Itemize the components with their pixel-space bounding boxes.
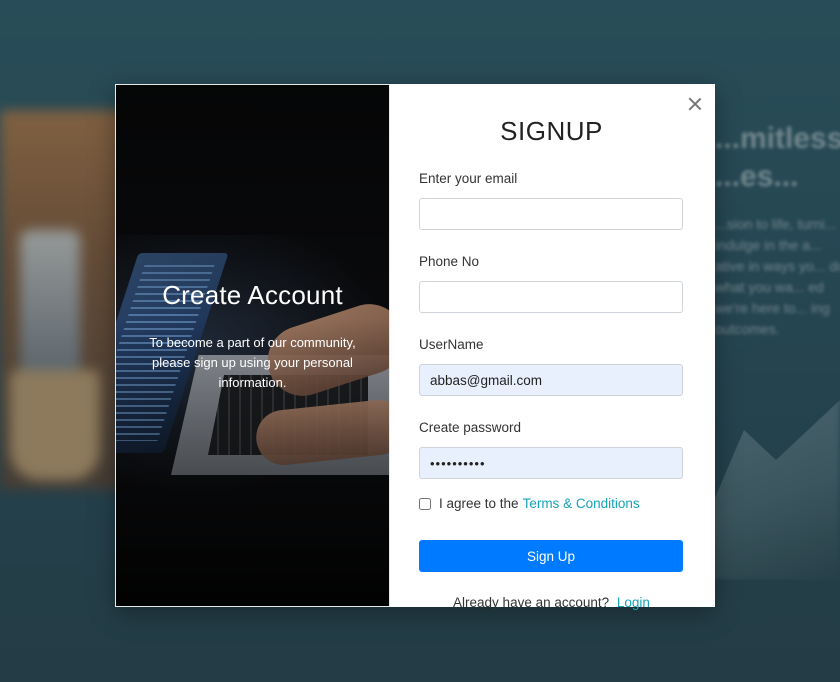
- terms-text: I agree to the: [439, 496, 519, 511]
- login-prompt-text: Already have an account?: [453, 595, 610, 610]
- username-field[interactable]: [419, 364, 683, 396]
- signup-title: SIGNUP: [500, 116, 603, 146]
- password-label: Create password: [419, 420, 522, 435]
- close-icon[interactable]: [687, 96, 703, 112]
- terms-agreement: I agree to the Terms & Conditions: [419, 496, 684, 511]
- email-field[interactable]: [419, 198, 683, 230]
- modal-left-panel: Create Account To become a part of our c…: [115, 84, 390, 607]
- signup-form-panel: SIGNUP Enter your email Phone No UserNam…: [390, 84, 715, 610]
- create-account-title: Create Account: [162, 280, 343, 310]
- login-prompt: Already have an account? Login: [419, 595, 684, 610]
- password-field[interactable]: [419, 447, 683, 479]
- username-label: UserName: [419, 337, 484, 352]
- email-label: Enter your email: [419, 171, 518, 186]
- signup-modal: Create Account To become a part of our c…: [115, 84, 715, 610]
- login-link[interactable]: Login: [617, 595, 650, 610]
- left-panel-content: Create Account To become a part of our c…: [116, 280, 389, 393]
- phone-label: Phone No: [419, 254, 480, 269]
- signup-button[interactable]: Sign Up: [419, 540, 683, 572]
- terms-link[interactable]: Terms & Conditions: [523, 496, 640, 511]
- create-account-description: To become a part of our community, pleas…: [149, 335, 356, 390]
- phone-field[interactable]: [419, 281, 683, 313]
- terms-checkbox[interactable]: [419, 497, 431, 510]
